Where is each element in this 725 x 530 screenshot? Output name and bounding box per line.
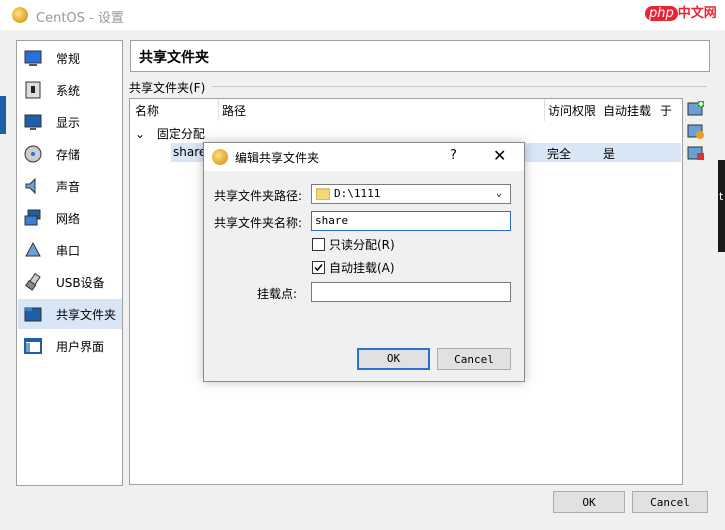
column-header-auto-mount[interactable]: 自动挂载 [603,102,651,119]
sidebar-item-label: USB设备 [56,276,105,290]
shared-folder-icon [24,307,42,322]
dialog-cancel-button[interactable]: Cancel [437,348,511,370]
column-separator [544,99,545,121]
audio-icon [25,177,36,195]
page-title-box: 共享文件夹 [130,40,710,72]
sidebar-item-general[interactable]: 常规 [18,43,122,73]
mount-point-input[interactable] [311,282,511,302]
sidebar-item-storage[interactable]: 存储 [18,139,122,169]
readonly-label[interactable]: 只读分配(R) [329,236,395,253]
folder-name-label: 共享文件夹名称: [214,216,303,230]
add-shared-folder-icon[interactable] [687,100,705,118]
sidebar-item-usb[interactable]: USB设备 [18,267,122,297]
checkmark-icon [314,264,323,272]
row-access: 完全 [547,147,572,161]
folder-path-select[interactable]: D:\1111 ⌄ [311,184,511,204]
chevron-down-icon[interactable]: ⌄ [135,127,145,141]
page-title: 共享文件夹 [139,50,209,66]
user-interface-icon [24,338,42,354]
network-icon [24,209,41,226]
group-label: 固定分配 [156,127,205,141]
background-terminal-text: t [719,190,724,203]
cancel-button[interactable]: Cancel [632,491,708,513]
sidebar-item-serial-port[interactable]: 串口 [18,235,122,265]
section-label: 共享文件夹(F) [129,81,206,95]
sidebar-item-display[interactable]: 显示 [18,107,122,137]
readonly-checkbox[interactable] [312,238,325,251]
column-header-path[interactable]: 路径 [222,102,246,119]
column-header-name[interactable]: 名称 [135,102,159,119]
section-divider [212,86,707,87]
storage-icon [24,145,42,163]
sidebar-item-system[interactable]: 系统 [18,75,122,105]
edit-shared-folder-dialog: 编辑共享文件夹 ? ✕ 共享文件夹路径: D:\1111 ⌄ 共享文件夹名称: … [203,142,525,382]
sidebar-item-user-interface[interactable]: 用户界面 [18,331,122,361]
sidebar-item-label: 存储 [56,148,81,162]
sidebar-item-label: 网络 [56,212,81,226]
background-terminal-edge [718,160,725,252]
sidebar-item-shared-folders[interactable]: 共享文件夹 [18,299,122,329]
group-row[interactable]: ⌄ 固定分配 [135,125,205,142]
row-auto-mount: 是 [603,147,616,161]
folder-icon [316,188,330,200]
automount-label[interactable]: 自动挂载(A) [329,259,395,276]
system-icon [25,81,41,99]
column-header-at[interactable]: 于 [660,102,672,119]
column-header-access[interactable]: 访问权限 [548,102,596,119]
folder-path-label: 共享文件夹路径: [214,189,303,203]
row-name: share [173,145,207,159]
window-titlebar: CentOS - 设置 php 中文网 [0,0,725,30]
sidebar-item-label: 声音 [56,180,81,194]
window-title: CentOS - 设置 [36,11,124,26]
sidebar-item-label: 用户界面 [56,340,105,354]
remove-shared-folder-icon[interactable] [687,144,705,162]
edit-shared-folder-icon[interactable] [687,122,705,140]
help-button[interactable]: ? [450,148,457,163]
virtualbox-icon [12,7,28,23]
ok-button[interactable]: OK [553,491,625,513]
dialog-ok-button[interactable]: OK [357,348,430,370]
folder-name-input[interactable]: share [311,211,511,231]
automount-checkbox[interactable] [312,261,325,274]
virtualbox-icon [212,149,228,165]
watermark-logo: php 中文网 [645,2,717,21]
close-button[interactable]: ✕ [493,146,506,165]
sidebar-item-label: 串口 [56,244,81,258]
dialog-title: 编辑共享文件夹 [235,151,320,165]
sidebar-item-label: 常规 [56,52,81,66]
mount-point-label: 挂载点: [257,287,298,301]
sidebar-item-label: 共享文件夹 [56,308,117,322]
sidebar-item-label: 显示 [56,116,81,130]
background-window-edge [0,96,6,134]
sidebar-item-label: 系统 [56,84,81,98]
sidebar-item-audio[interactable]: 声音 [18,171,122,201]
display-icon [24,114,42,130]
column-separator [218,99,219,121]
folder-path-value: D:\1111 [334,187,381,200]
dialog-titlebar: 编辑共享文件夹 ? ✕ [204,143,524,171]
usb-icon [25,273,41,291]
general-icon [24,50,42,66]
chevron-down-icon: ⌄ [496,188,503,199]
sidebar-item-network[interactable]: 网络 [18,203,122,233]
settings-sidebar: 常规 系统 显示 存储 声音 网络 串口 USB设备 共享文件夹 用户界面 [16,40,123,486]
serial-port-icon [25,241,41,257]
